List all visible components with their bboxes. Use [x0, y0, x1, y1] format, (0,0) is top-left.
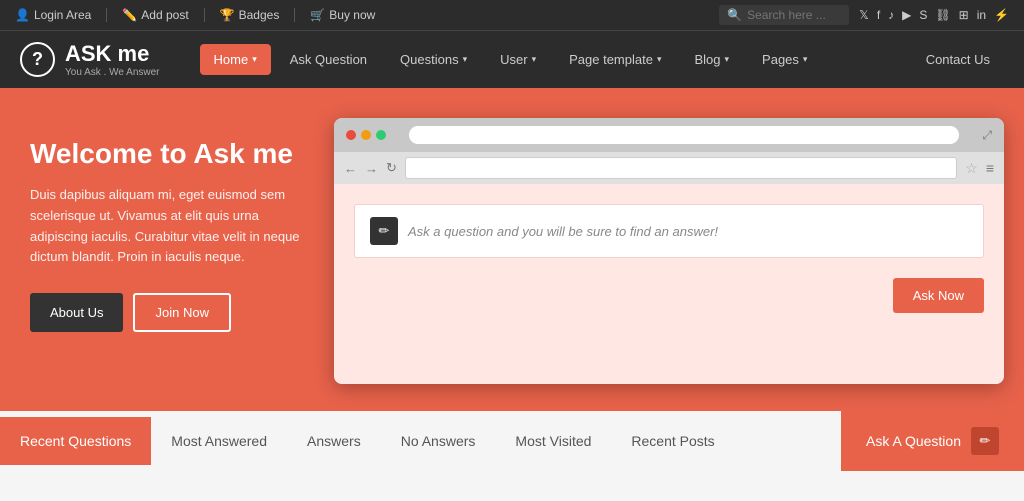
browser-back-icon[interactable]: ← [344, 161, 357, 176]
tab-most-answered[interactable]: Most Answered [151, 417, 287, 465]
dot-green [376, 130, 386, 140]
home-chevron-icon: ▾ [252, 54, 257, 65]
tab-recent-posts[interactable]: Recent Posts [611, 417, 734, 465]
ask-question-edit-icon: ✏ [971, 427, 999, 455]
rss-icon[interactable]: ⚡ [994, 8, 1009, 22]
user-icon: 👤 [15, 8, 30, 22]
browser-menu-icon[interactable]: ≡ [986, 160, 994, 176]
nav-pages[interactable]: Pages ▾ [748, 44, 821, 75]
top-bar-left: 👤 Login Area ✏️ Add post 🏆 Badges 🛒 Buy … [15, 8, 375, 22]
nav-page-template[interactable]: Page template ▾ [555, 44, 675, 75]
browser-forward-icon[interactable]: → [365, 161, 378, 176]
nav-bar: ? ASK me You Ask . We Answer Home ▾ Ask … [0, 30, 1024, 88]
browser-nav-bar: ← → ↻ ☆ ≡ [334, 152, 1004, 184]
logo-tagline: You Ask . We Answer [65, 67, 160, 78]
browser-dots [346, 130, 386, 140]
search-icon: 🔍 [727, 8, 742, 22]
logo-name: ASK me [65, 41, 160, 67]
nav-blog[interactable]: Blog ▾ [680, 44, 743, 75]
nav-contact[interactable]: Contact Us [912, 44, 1004, 75]
divider [294, 8, 295, 22]
nav-items: Home ▾ Ask Question Questions ▾ User ▾ P… [200, 44, 1005, 75]
pencil-box-icon: ✏ [370, 217, 398, 245]
browser-mockup: ⤢ ← → ↻ ☆ ≡ ✏ Ask a question and you wil… [334, 118, 1004, 384]
trophy-icon: 🏆 [220, 8, 235, 22]
question-box: ✏ Ask a question and you will be sure to… [354, 204, 984, 258]
hero-buttons: About Us Join Now [30, 293, 320, 332]
nav-ask-question[interactable]: Ask Question [276, 44, 381, 75]
search-box[interactable]: 🔍 [719, 5, 849, 25]
logo-text: ASK me You Ask . We Answer [65, 41, 160, 78]
facebook-icon[interactable]: f [877, 8, 880, 22]
blog-chevron-icon: ▾ [725, 54, 730, 65]
divider [106, 8, 107, 22]
search-input[interactable] [747, 8, 847, 22]
badges-link[interactable]: 🏆 Badges [220, 8, 280, 22]
tab-answers[interactable]: Answers [287, 417, 381, 465]
browser-address-bar[interactable] [405, 157, 957, 179]
logo-icon: ? [20, 42, 55, 77]
grid-icon[interactable]: ⊞ [959, 8, 969, 22]
dot-red [346, 130, 356, 140]
pages-chevron-icon: ▾ [803, 54, 808, 65]
cart-icon: 🛒 [310, 8, 325, 22]
skype-icon[interactable]: S [919, 8, 927, 22]
twitter-icon[interactable]: 𝕏 [859, 8, 869, 22]
login-area-link[interactable]: 👤 Login Area [15, 8, 91, 22]
linkedin-icon[interactable]: in [977, 8, 986, 22]
about-us-button[interactable]: About Us [30, 293, 123, 332]
question-placeholder-text: Ask a question and you will be sure to f… [408, 224, 718, 239]
browser-titlebar: ⤢ [334, 118, 1004, 152]
nav-home[interactable]: Home ▾ [200, 44, 271, 75]
pencil-icon: ✏️ [122, 8, 137, 22]
hero-content: Welcome to Ask me Duis dapibus aliquam m… [30, 128, 320, 332]
nav-user[interactable]: User ▾ [486, 44, 550, 75]
tab-recent-questions[interactable]: Recent Questions [0, 417, 151, 465]
tabs-section: Recent Questions Most Answered Answers N… [0, 408, 1024, 471]
tiktok-icon[interactable]: ♪ [888, 8, 894, 22]
join-now-button[interactable]: Join Now [133, 293, 230, 332]
browser-url-bar [409, 126, 959, 144]
browser-star-icon[interactable]: ☆ [965, 160, 978, 177]
hero-section: Welcome to Ask me Duis dapibus aliquam m… [0, 88, 1024, 408]
hero-body: Duis dapibus aliquam mi, eget euismod se… [30, 185, 320, 268]
nav-questions[interactable]: Questions ▾ [386, 44, 481, 75]
buy-now-link[interactable]: 🛒 Buy now [310, 8, 375, 22]
divider [204, 8, 205, 22]
ask-a-question-button[interactable]: Ask A Question ✏ [841, 411, 1024, 471]
tab-most-visited[interactable]: Most Visited [495, 417, 611, 465]
tab-no-answers[interactable]: No Answers [381, 417, 496, 465]
expand-icon: ⤢ [982, 128, 992, 143]
add-post-link[interactable]: ✏️ Add post [122, 8, 188, 22]
questions-chevron-icon: ▾ [463, 54, 468, 65]
social-icons: 𝕏 f ♪ ▶ S ⛓ ⊞ in ⚡ [859, 8, 1009, 22]
chain-icon[interactable]: ⛓ [935, 8, 950, 22]
browser-content: ✏ Ask a question and you will be sure to… [334, 184, 1004, 384]
user-chevron-icon: ▾ [532, 54, 537, 65]
top-bar: 👤 Login Area ✏️ Add post 🏆 Badges 🛒 Buy … [0, 0, 1024, 30]
youtube-icon[interactable]: ▶ [902, 8, 911, 22]
page-template-chevron-icon: ▾ [657, 54, 662, 65]
logo-area: ? ASK me You Ask . We Answer [20, 41, 160, 78]
dot-yellow [361, 130, 371, 140]
browser-refresh-icon[interactable]: ↻ [386, 160, 397, 176]
top-bar-right: 🔍 𝕏 f ♪ ▶ S ⛓ ⊞ in ⚡ [719, 5, 1009, 25]
hero-title: Welcome to Ask me [30, 138, 320, 170]
ask-now-button[interactable]: Ask Now [893, 278, 984, 313]
